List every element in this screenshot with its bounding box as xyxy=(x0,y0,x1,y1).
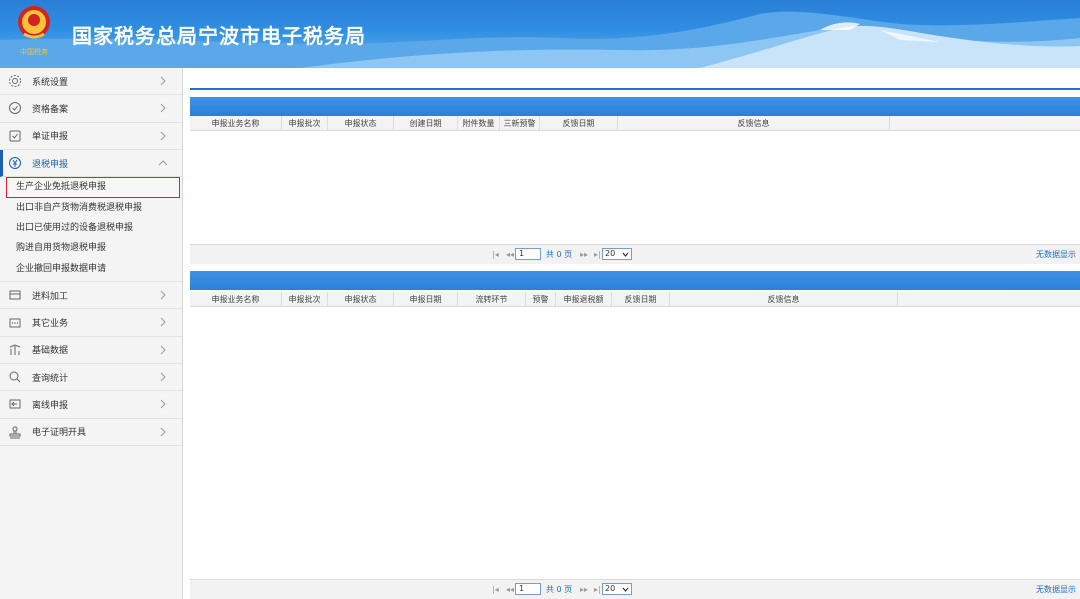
tax-emblem-logo: 中国税务 xyxy=(18,6,50,56)
grid1-page-size-select[interactable]: 20 xyxy=(602,248,632,260)
grid1-page-count: 共 0 页 xyxy=(546,250,573,259)
grid1-header: 申报业务名称 申报批次 申报状态 创建日期 附件数量 三新预警 反馈日期 反馈信… xyxy=(190,116,1080,131)
sidebar-item-tax-refund[interactable]: 退税申报 xyxy=(0,149,182,178)
content-top-divider xyxy=(190,88,1080,90)
submenu-item-self-use-goods-refund[interactable]: 购进自用货物退税申报 xyxy=(0,238,182,258)
grid2-column-header[interactable]: 反馈日期 xyxy=(612,292,670,307)
sidebar-item-label: 进料加工 xyxy=(32,291,69,302)
grid1-title-bar xyxy=(190,97,1080,116)
sidebar-item-qualification-filing[interactable]: 资格备案 xyxy=(0,95,182,123)
sidebar-item-label: 单证申报 xyxy=(32,132,69,143)
grid2-page-count: 共 0 页 xyxy=(546,585,573,594)
grid1-column-header[interactable]: 申报批次 xyxy=(282,116,328,131)
grid2-column-header-empty xyxy=(898,292,1080,307)
site-title: 国家税务总局宁波市电子税务局 xyxy=(72,24,366,48)
sidebar-item-label: 查询统计 xyxy=(32,373,69,384)
submenu-item-non-self-produced-refund[interactable]: 出口非自产货物消费税退税申报 xyxy=(0,198,182,218)
prev-page-icon[interactable]: ◂◂ xyxy=(506,249,514,261)
grid2-header: 申报业务名称 申报批次 申报状态 申报日期 流转环节 预警 申报退税额 反馈日期… xyxy=(190,292,1080,307)
search-icon xyxy=(9,371,21,383)
first-page-icon[interactable]: |◂ xyxy=(492,249,499,261)
grid1-column-header[interactable]: 创建日期 xyxy=(394,116,458,131)
submenu-item-withdraw-request[interactable]: 企业撤回申报数据申请 xyxy=(0,259,182,279)
page-size-value: 20 xyxy=(605,249,616,258)
sidebar-item-basic-data[interactable]: 基础数据 xyxy=(0,336,182,365)
svg-text:中国税务: 中国税务 xyxy=(20,47,48,56)
chevron-right-icon xyxy=(160,399,166,409)
grid2-page-input[interactable]: 1 xyxy=(515,583,541,595)
sidebar-item-offline-declaration[interactable]: 离线申报 xyxy=(0,391,182,419)
grid2-column-header[interactable]: 申报日期 xyxy=(394,292,458,307)
grid2-pager: |◂ ◂◂ 1 共 0 页 ▸▸ ▸| 20 无数据显示 xyxy=(190,579,1080,599)
document-check-icon xyxy=(9,130,21,142)
grid2-title-bar xyxy=(190,271,1080,290)
shield-check-icon xyxy=(9,102,21,115)
page-size-value: 20 xyxy=(605,584,616,593)
tax-refund-submenu: 生产企业免抵退税申报 出口非自产货物消费税退税申报 出口已使用过的设备退税申报 … xyxy=(0,177,182,283)
sidebar-item-query-statistics[interactable]: 查询统计 xyxy=(0,364,182,392)
sidebar-item-other-business[interactable]: 其它业务 xyxy=(0,309,182,337)
offline-icon xyxy=(9,399,21,409)
main-content: 申报业务名称 申报批次 申报状态 创建日期 附件数量 三新预警 反馈日期 反馈信… xyxy=(190,68,1080,599)
chevron-down-icon xyxy=(622,587,629,592)
next-page-icon[interactable]: ▸▸ xyxy=(580,584,588,596)
chevron-right-icon xyxy=(160,131,166,140)
chevron-right-icon xyxy=(160,103,166,113)
grid1-column-header[interactable]: 三新预警 xyxy=(500,116,540,131)
sidebar-item-label: 资格备案 xyxy=(32,104,69,115)
grid1-page-input[interactable]: 1 xyxy=(515,248,541,260)
grid1-empty-message: 无数据显示 xyxy=(1036,250,1076,259)
chevron-right-icon xyxy=(160,372,166,382)
grid1-column-header-empty xyxy=(890,116,1080,131)
chevron-right-icon xyxy=(160,318,166,327)
grid2-column-header[interactable]: 流转环节 xyxy=(458,292,526,307)
ellipsis-box-icon xyxy=(9,318,21,328)
grid2-column-header[interactable]: 反馈信息 xyxy=(670,292,898,307)
stamp-icon xyxy=(9,426,21,439)
sidebar-item-label: 基础数据 xyxy=(32,346,69,357)
sidebar-item-label: 系统设置 xyxy=(32,77,69,88)
refund-icon xyxy=(9,157,21,170)
chevron-up-icon xyxy=(158,160,168,166)
grid2-column-header[interactable]: 申报业务名称 xyxy=(190,292,282,307)
grid2-page-size-select[interactable]: 20 xyxy=(602,583,632,595)
gear-icon xyxy=(9,75,21,88)
sidebar-item-label: 离线申报 xyxy=(32,400,69,411)
last-page-icon[interactable]: ▸| xyxy=(594,249,601,261)
sidebar: 系统设置 资格备案 单证申报 退税申报 生产企业免抵退税申报 出口非自产货物消费… xyxy=(0,68,183,599)
site-header: 中国税务 国家税务总局宁波市电子税务局 xyxy=(0,0,1080,68)
grid2-column-header[interactable]: 申报退税额 xyxy=(556,292,612,307)
next-page-icon[interactable]: ▸▸ xyxy=(580,249,588,261)
grid2-column-header[interactable]: 预警 xyxy=(526,292,556,307)
prev-page-icon[interactable]: ◂◂ xyxy=(506,584,514,596)
last-page-icon[interactable]: ▸| xyxy=(594,584,601,596)
sidebar-item-label: 其它业务 xyxy=(32,319,69,330)
grid1-column-header[interactable]: 附件数量 xyxy=(458,116,500,131)
submenu-item-production-refund[interactable]: 生产企业免抵退税申报 xyxy=(6,177,180,198)
chevron-down-icon xyxy=(622,252,629,257)
grid2-column-header[interactable]: 申报状态 xyxy=(328,292,394,307)
grid1-column-header[interactable]: 申报业务名称 xyxy=(190,116,282,131)
grid1-column-header[interactable]: 反馈日期 xyxy=(540,116,618,131)
chevron-right-icon xyxy=(160,345,166,355)
grid1-column-header[interactable]: 申报状态 xyxy=(328,116,394,131)
sidebar-item-system-settings[interactable]: 系统设置 xyxy=(0,68,182,96)
grid2-empty-message: 无数据显示 xyxy=(1036,585,1076,594)
first-page-icon[interactable]: |◂ xyxy=(492,584,499,596)
box-icon xyxy=(9,290,21,300)
sidebar-item-e-certificate[interactable]: 电子证明开具 xyxy=(0,418,182,446)
submenu-item-used-equipment-refund[interactable]: 出口已使用过的设备退税申报 xyxy=(0,218,182,238)
chevron-right-icon xyxy=(160,76,166,86)
grid2-column-header[interactable]: 申报批次 xyxy=(282,292,328,307)
bar-chart-icon xyxy=(9,344,21,355)
chevron-right-icon xyxy=(160,427,166,436)
grid1-pager: |◂ ◂◂ 1 共 0 页 ▸▸ ▸| 20 无数据显示 xyxy=(190,244,1080,264)
chevron-right-icon xyxy=(160,290,166,300)
sidebar-item-label: 退税申报 xyxy=(32,159,69,170)
sidebar-item-document-declaration[interactable]: 单证申报 xyxy=(0,122,182,150)
grid1-column-header[interactable]: 反馈信息 xyxy=(618,116,890,131)
sidebar-item-label: 电子证明开具 xyxy=(32,428,87,439)
sidebar-item-processing[interactable]: 进料加工 xyxy=(0,282,182,310)
